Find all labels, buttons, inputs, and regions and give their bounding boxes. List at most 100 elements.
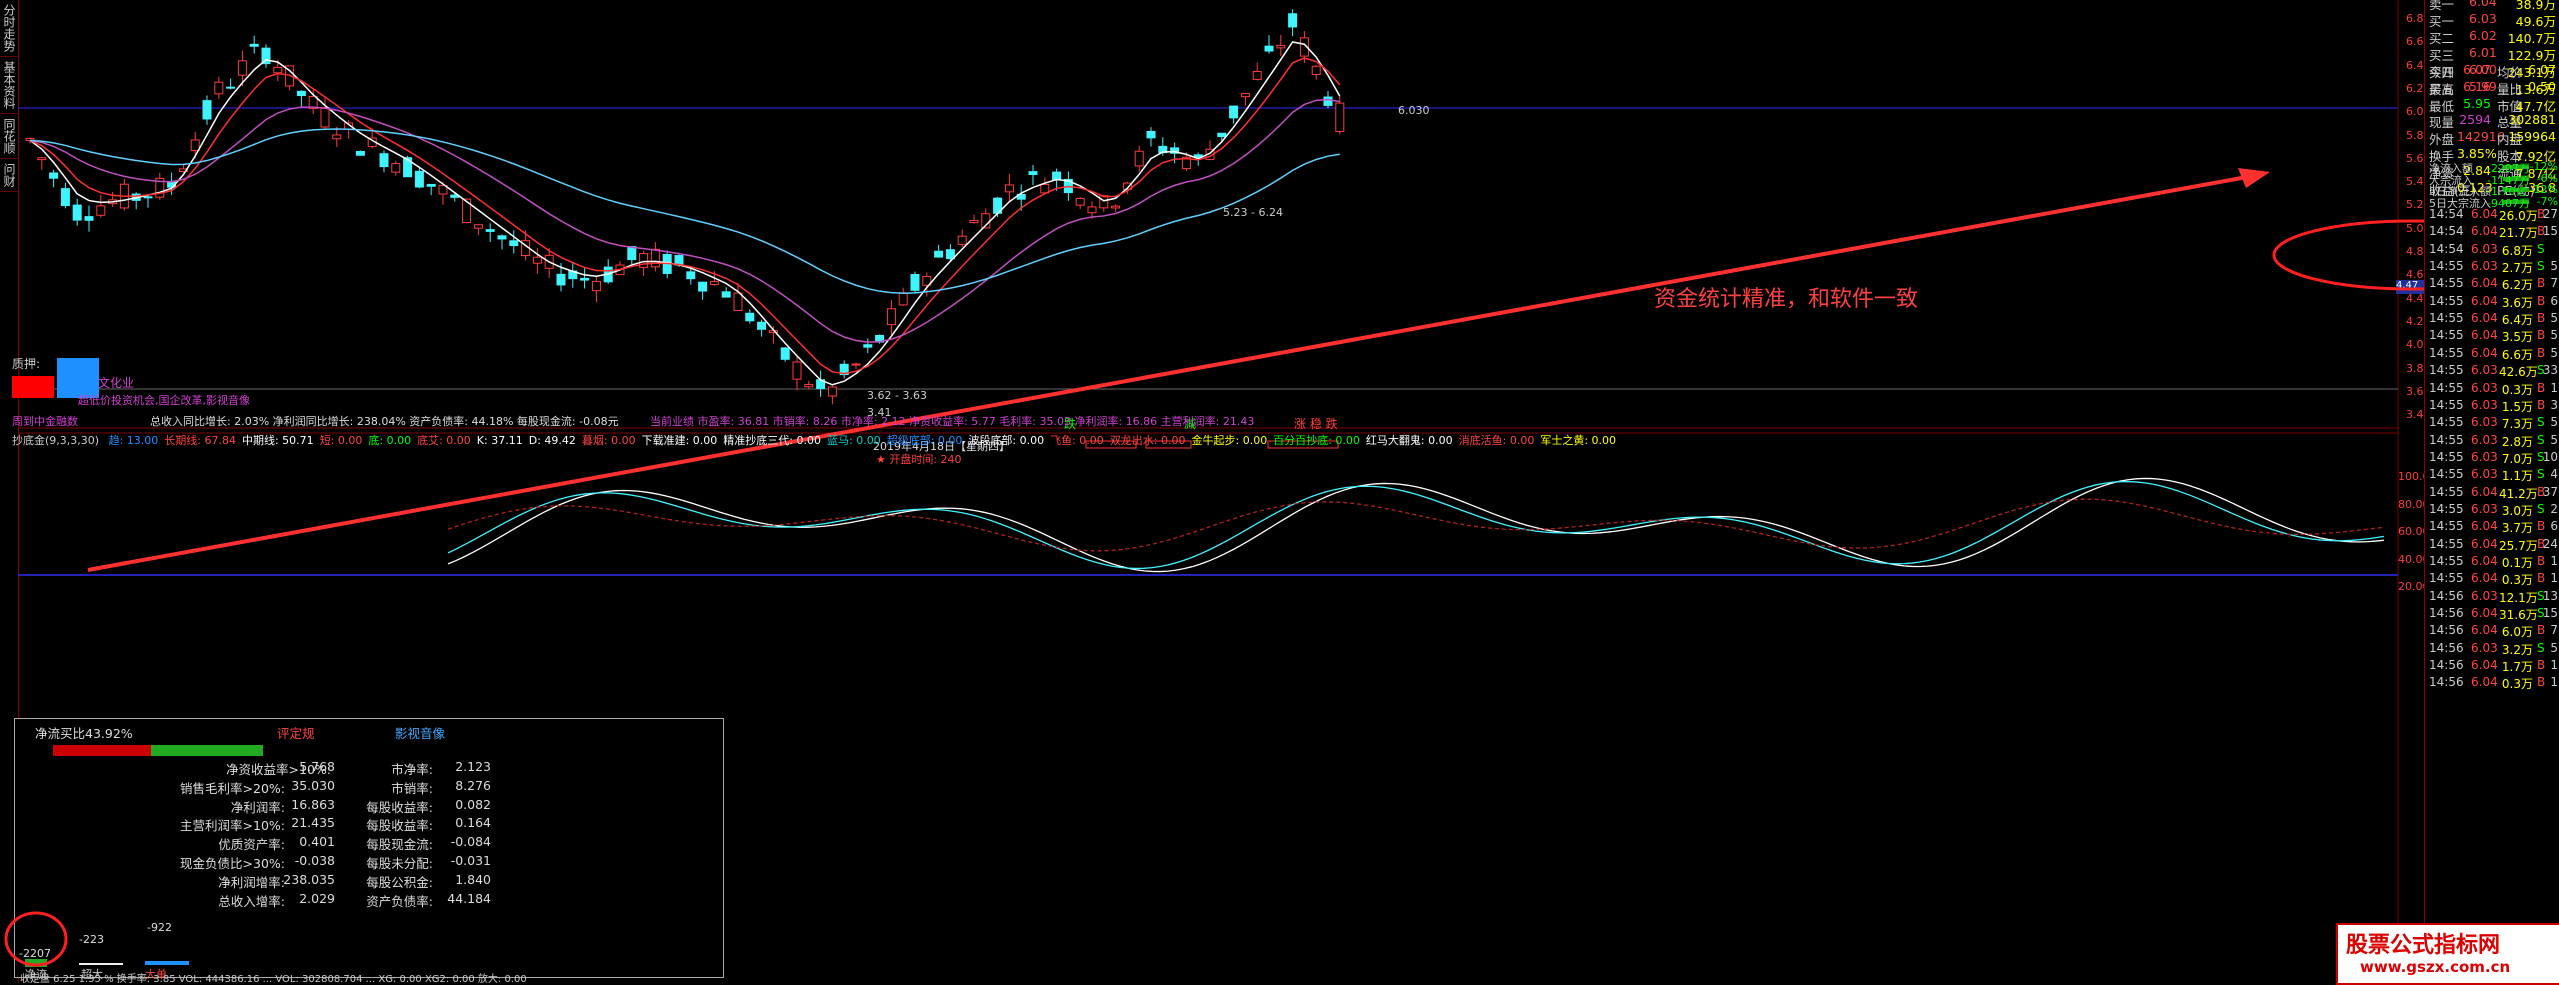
- fin-line: 总收入同比增长: 2.03% 净利润同比增长: 238.04% 资产负债率: 4…: [150, 415, 619, 428]
- indicator-name[interactable]: 抄底金(9,3,3,30): [12, 434, 99, 447]
- pledge-label: 质押:: [12, 357, 41, 371]
- fin-label-left: 净利润增率:: [218, 874, 285, 890]
- trade-count: 27: [2542, 207, 2558, 221]
- tab-fundamentals[interactable]: 基本资料: [0, 57, 19, 114]
- stat-value-1: 5.95: [2463, 95, 2491, 111]
- trade-count: 10: [2542, 449, 2558, 464]
- trade-row: 14:55 6.04 6.2万 B 7: [2425, 276, 2559, 293]
- trade-row: 14:55 6.03 3.0万 S 2: [2425, 502, 2559, 519]
- trade-direction: B: [2537, 658, 2546, 673]
- popup-title: 净流买比43.92%: [35, 726, 133, 741]
- trade-count: 6: [2550, 293, 2558, 308]
- trade-price: 6.04: [2471, 658, 2498, 673]
- trade-price: 6.04: [2471, 276, 2498, 291]
- stat-row: 现量 2594 总量 302881: [2425, 112, 2559, 130]
- trade-volume: 7.3万: [2501, 417, 2533, 432]
- stat-value-2: 302881: [2508, 112, 2556, 128]
- trade-volume: 0.1万: [2501, 556, 2533, 570]
- trade-direction: B: [2537, 293, 2546, 308]
- trade-time: 14:56: [2429, 623, 2464, 638]
- candle-body: [745, 312, 755, 322]
- fin-value-right: 1.840: [455, 871, 491, 887]
- candle-body: [190, 139, 200, 152]
- trade-volume: 3.0万: [2501, 503, 2533, 518]
- candle-body: [1075, 197, 1085, 206]
- indicator-item: 长期线: 67.84: [164, 434, 236, 447]
- trade-count: 1: [2550, 658, 2558, 673]
- trade-count: 2: [2550, 501, 2558, 516]
- trade-row: 14:56 6.03 12.1万 S 13: [2425, 589, 2559, 606]
- fundamentals-popup[interactable]: 净流买比43.92% 评定规 影视音像 -2207 -223 -922 净流 超…: [14, 718, 724, 981]
- indicator-bar[interactable]: 抄底金(9,3,3,30) 趋: 13.00 长期线: 67.84 中期线: 50.…: [12, 432, 1616, 448]
- trade-row: 14:55 6.04 3.6万 B 6: [2425, 294, 2559, 311]
- indicator-item: K: 37.11: [476, 434, 523, 447]
- range-label: 5.23 - 6.24: [1223, 206, 1283, 219]
- trade-time: 14:56: [2429, 658, 2464, 673]
- trade-row: 14:55 6.03 1.1万 S 4: [2425, 467, 2559, 484]
- stat-row: 今开 6.07 均价 6.07: [2425, 62, 2559, 80]
- trade-volume: 0.3万: [2501, 382, 2533, 397]
- stat-row: 最低 5.95 市值 47.7亿: [2425, 95, 2559, 114]
- trade-time: 14:54: [2429, 224, 2464, 239]
- trade-price: 6.03: [2471, 397, 2498, 412]
- fin-line-right: 当前业绩 市盈率: 36.81 市销率: 8.26 市净率: 2.12 净资收益…: [650, 415, 1255, 428]
- trade-price: 6.04: [2471, 571, 2498, 586]
- trade-direction: S: [2537, 467, 2545, 482]
- indicator-item: 趋: 13.00: [108, 434, 159, 447]
- tab-intraday[interactable]: 分时走势: [0, 0, 19, 57]
- trade-row: 14:56 6.04 6.0万 B 7: [2425, 623, 2559, 640]
- concept-tags: 超低价投资机会,国企改革,影视音像: [78, 394, 250, 407]
- trade-time: 14:55: [2429, 554, 2464, 568]
- indicator-item: 双龙出水: 0.00: [1109, 434, 1186, 447]
- fin-value-left: 238.035: [283, 871, 335, 887]
- tab-wencai[interactable]: 问财: [0, 159, 19, 192]
- trade-row: 14:55 6.04 0.3万 B 1: [2425, 571, 2559, 588]
- candle-body: [226, 86, 236, 89]
- trade-time: 14:55: [2429, 380, 2464, 395]
- fin-label-left: 主营利润率>10%:: [180, 818, 285, 834]
- order-price: 6.04: [2469, 0, 2497, 9]
- candle-body: [1040, 183, 1050, 194]
- trade-price: 6.04: [2471, 554, 2498, 568]
- fin-value-right: 44.184: [447, 890, 491, 906]
- trade-count: 15: [2542, 224, 2558, 239]
- trade-count: 7: [2550, 276, 2558, 291]
- trade-volume: 12.1万: [2499, 590, 2538, 605]
- moving-average-line: [29, 57, 1341, 375]
- indicator-item: 蓝马: 0.00: [827, 434, 881, 447]
- trade-row: 14:55 6.03 7.3万 S 5: [2425, 415, 2559, 432]
- trade-direction: B: [2537, 276, 2546, 291]
- fin-label-right: 每股收益率:: [366, 799, 433, 815]
- trade-volume: 42.6万: [2499, 365, 2538, 380]
- trade-direction: S: [2537, 259, 2545, 274]
- trade-count: 3: [2550, 397, 2558, 412]
- trade-row: 14:55 6.04 41.2万 B 37: [2425, 485, 2559, 502]
- order-book-row: 买二 6.02 140.7万: [2425, 28, 2559, 46]
- fin-label-right: 市销率:: [391, 780, 433, 796]
- trade-volume: 3.5万: [2501, 330, 2533, 345]
- trade-price: 6.03: [2471, 588, 2498, 603]
- current-price-label: 6.030: [1398, 104, 1430, 117]
- candle-body: [969, 219, 979, 224]
- tab-ths[interactable]: 同花顺: [0, 114, 19, 159]
- indicator-item: 底: 0.00: [368, 434, 412, 447]
- popup-header-1: 评定规: [277, 726, 315, 741]
- candle-body: [1252, 71, 1262, 80]
- stat-value-1: 142916: [2457, 129, 2505, 145]
- trade-time: 14:55: [2429, 519, 2464, 534]
- fin-value-right: -0.031: [450, 853, 491, 868]
- trade-time: 14:55: [2429, 363, 2464, 378]
- order-book-row: 买三 6.01 122.9万: [2425, 45, 2559, 63]
- trade-volume: 6.8万: [2501, 243, 2533, 258]
- candle-body: [355, 150, 365, 156]
- candle-body: [591, 280, 601, 292]
- candle-body: [1311, 65, 1321, 76]
- trade-time: 14:56: [2429, 588, 2464, 603]
- trade-time: 14:55: [2429, 328, 2464, 343]
- candle-body: [757, 321, 767, 330]
- trade-price: 6.04: [2471, 207, 2498, 221]
- trade-time: 14:55: [2429, 432, 2464, 447]
- trade-count: 15: [2542, 606, 2558, 621]
- candle-body: [1099, 195, 1109, 209]
- candle-body: [804, 384, 814, 388]
